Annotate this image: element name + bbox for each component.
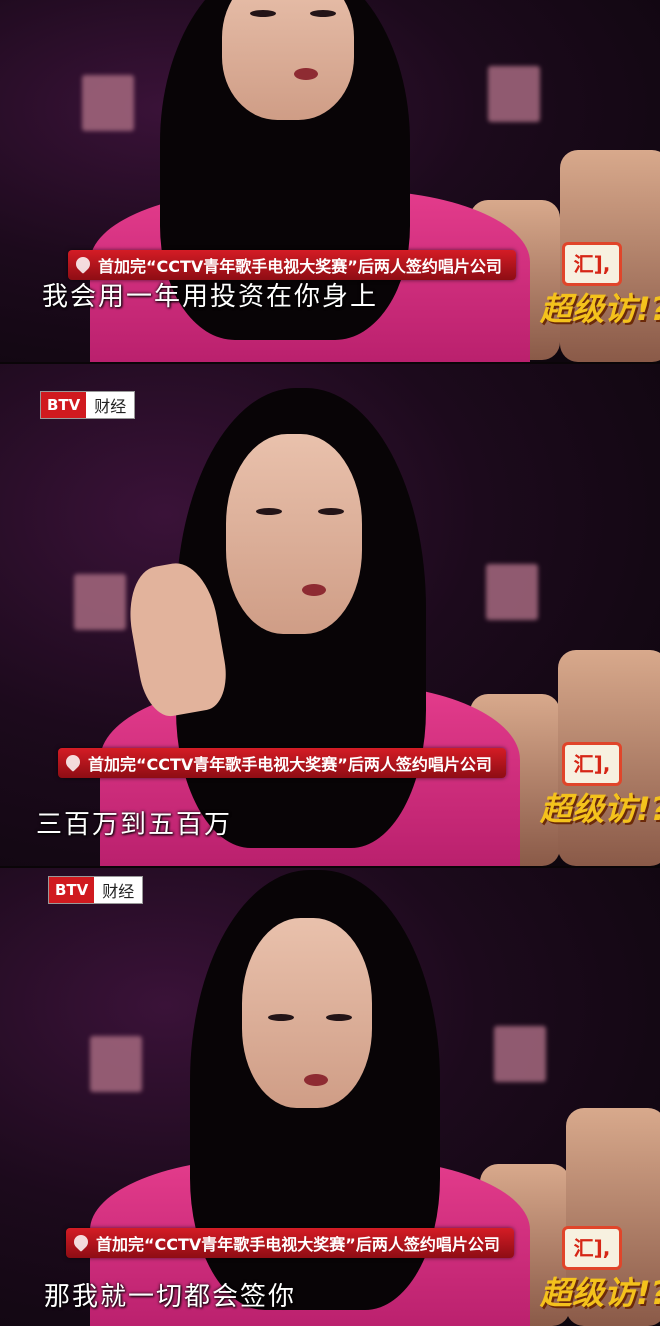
show-logo: 汇], 超级访!? [540,242,660,338]
caption-banner: 首加完“CCTV青年歌手电视大奖赛”后两人签约唱片公司 [58,748,506,778]
eye [268,1014,294,1021]
face [222,0,354,120]
caption-banner-text: 首加完“CCTV青年歌手电视大奖赛”后两人签约唱片公司 [98,257,502,276]
mouth [302,584,326,596]
channel-name: 财经 [94,397,127,416]
show-logo-text: 超级访!? [540,790,660,828]
show-logo-top: 汇], [562,242,622,286]
caption-banner-text: 首加完“CCTV青年歌手电视大奖赛”后两人签约唱片公司 [88,755,492,774]
btv-logo: BTV [49,877,95,903]
background-lamp [82,75,134,131]
background-lamp [488,66,540,122]
video-frame-3: BTV 财经 首加完“CCTV青年歌手电视大奖赛”后两人签约唱片公司 那我就一切… [0,868,660,1326]
caption-banner: 首加完“CCTV青年歌手电视大奖赛”后两人签约唱片公司 [66,1228,514,1258]
show-logo-text: 超级访!? [540,1274,660,1312]
channel-name: 财经 [102,882,135,901]
subtitle: 那我就一切都会签你 [44,1282,297,1312]
mouth [304,1074,328,1086]
caption-banner-text: 首加完“CCTV青年歌手电视大奖赛”后两人签约唱片公司 [96,1235,500,1254]
eye [250,10,276,17]
background-lamp [486,564,538,620]
video-frame-2: BTV 财经 首加完“CCTV青年歌手电视大奖赛”后两人签约唱片公司 三百万到五… [0,364,660,866]
channel-badge: BTV 财经 [48,876,144,904]
heart-icon [73,254,93,274]
show-logo-text: 超级访!? [540,290,660,328]
show-logo-top: 汇], [562,1226,622,1270]
show-logo: 汇], 超级访!? [540,742,660,838]
heart-icon [63,752,83,772]
mouth [294,68,318,80]
background-lamp [90,1036,142,1092]
eye [256,508,282,515]
show-logo-top: 汇], [562,742,622,786]
subtitle: 我会用一年用投资在你身上 [42,282,379,312]
eye [326,1014,352,1021]
video-frame-1: 首加完“CCTV青年歌手电视大奖赛”后两人签约唱片公司 我会用一年用投资在你身上… [0,0,660,362]
btv-logo: BTV [41,392,87,418]
background-lamp [494,1026,546,1082]
eye [318,508,344,515]
heart-icon [71,1232,91,1252]
show-logo: 汇], 超级访!? [540,1226,660,1322]
subtitle: 三百万到五百万 [36,810,233,840]
eye [310,10,336,17]
face [226,434,362,634]
channel-badge: BTV 财经 [40,391,136,419]
background-lamp [74,574,126,630]
